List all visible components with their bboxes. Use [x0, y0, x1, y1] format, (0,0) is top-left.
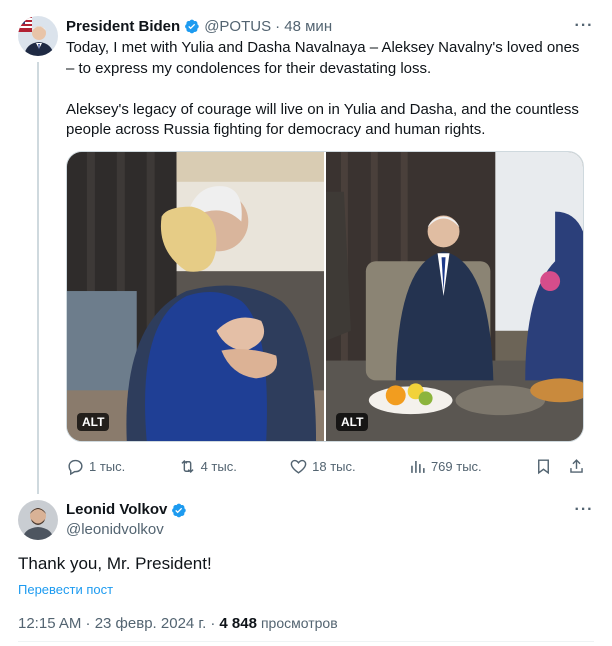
more-icon[interactable]: ···	[574, 500, 594, 520]
like-icon	[290, 459, 307, 474]
tweet-actions: 1 тыс. 4 тыс. 18 тыс. 769 тыс.	[66, 454, 586, 478]
parent-tweet[interactable]: President Biden @POTUS · 48 мин ··· Toda…	[0, 0, 612, 494]
tweet-header: President Biden @POTUS · 48 мин	[66, 16, 594, 36]
like-count: 18 тыс.	[312, 458, 356, 474]
repost-button[interactable]: 4 тыс.	[178, 457, 237, 476]
tweet-timestamp[interactable]: 12:15 AM · 23 февр. 2024 г. ·	[18, 615, 215, 632]
tweet-media[interactable]: ALT ALT	[66, 151, 584, 442]
avatar[interactable]	[18, 500, 58, 540]
author-handle[interactable]: @leonidvolkov	[66, 520, 191, 540]
tweet-text: Thank you, Mr. President!	[18, 554, 212, 573]
reply-button[interactable]: 1 тыс.	[66, 457, 125, 476]
views-icon	[411, 460, 425, 473]
reply-author-block: Leonid Volkov @leonidvolkov	[66, 500, 191, 540]
avatar[interactable]	[18, 16, 58, 56]
author-name[interactable]: President Biden	[66, 18, 180, 35]
author-handle[interactable]: @POTUS	[204, 18, 271, 35]
photo-hug[interactable]: ALT	[67, 152, 324, 441]
like-button[interactable]: 18 тыс.	[289, 457, 356, 476]
translate-link[interactable]: Перевести пост	[18, 582, 113, 597]
share-icon	[570, 458, 583, 473]
photo-meeting[interactable]: ALT	[326, 152, 583, 441]
tweet-time[interactable]: · 48 мин	[275, 18, 332, 35]
reply-count: 1 тыс.	[89, 458, 126, 474]
verified-icon	[183, 18, 200, 35]
alt-badge[interactable]: ALT	[336, 413, 369, 431]
bookmark-icon	[538, 458, 549, 474]
share-button[interactable]	[567, 457, 586, 476]
repost-icon	[181, 459, 194, 473]
verified-icon	[170, 502, 187, 519]
views-label: просмотров	[260, 615, 338, 631]
repost-count: 4 тыс.	[200, 458, 237, 474]
reply-icon	[68, 459, 83, 475]
views-count: 4 848	[219, 615, 257, 632]
divider	[18, 641, 594, 642]
alt-badge[interactable]: ALT	[77, 413, 110, 431]
bookmark-button[interactable]	[534, 457, 553, 476]
views-count: 769 тыс.	[430, 458, 482, 474]
tweet-text: Today, I met with Yulia and Dasha Navaln…	[66, 39, 580, 138]
secondary-actions	[534, 457, 586, 476]
reply-tweet[interactable]: Leonid Volkov @leonidvolkov ··· Thank yo…	[0, 494, 612, 646]
more-icon[interactable]: ···	[574, 16, 594, 36]
views-button[interactable]: 769 тыс.	[408, 457, 482, 476]
tweet-meta: 12:15 AM · 23 февр. 2024 г. · 4 848 прос…	[18, 615, 338, 632]
author-name[interactable]: Leonid Volkov	[66, 500, 167, 520]
